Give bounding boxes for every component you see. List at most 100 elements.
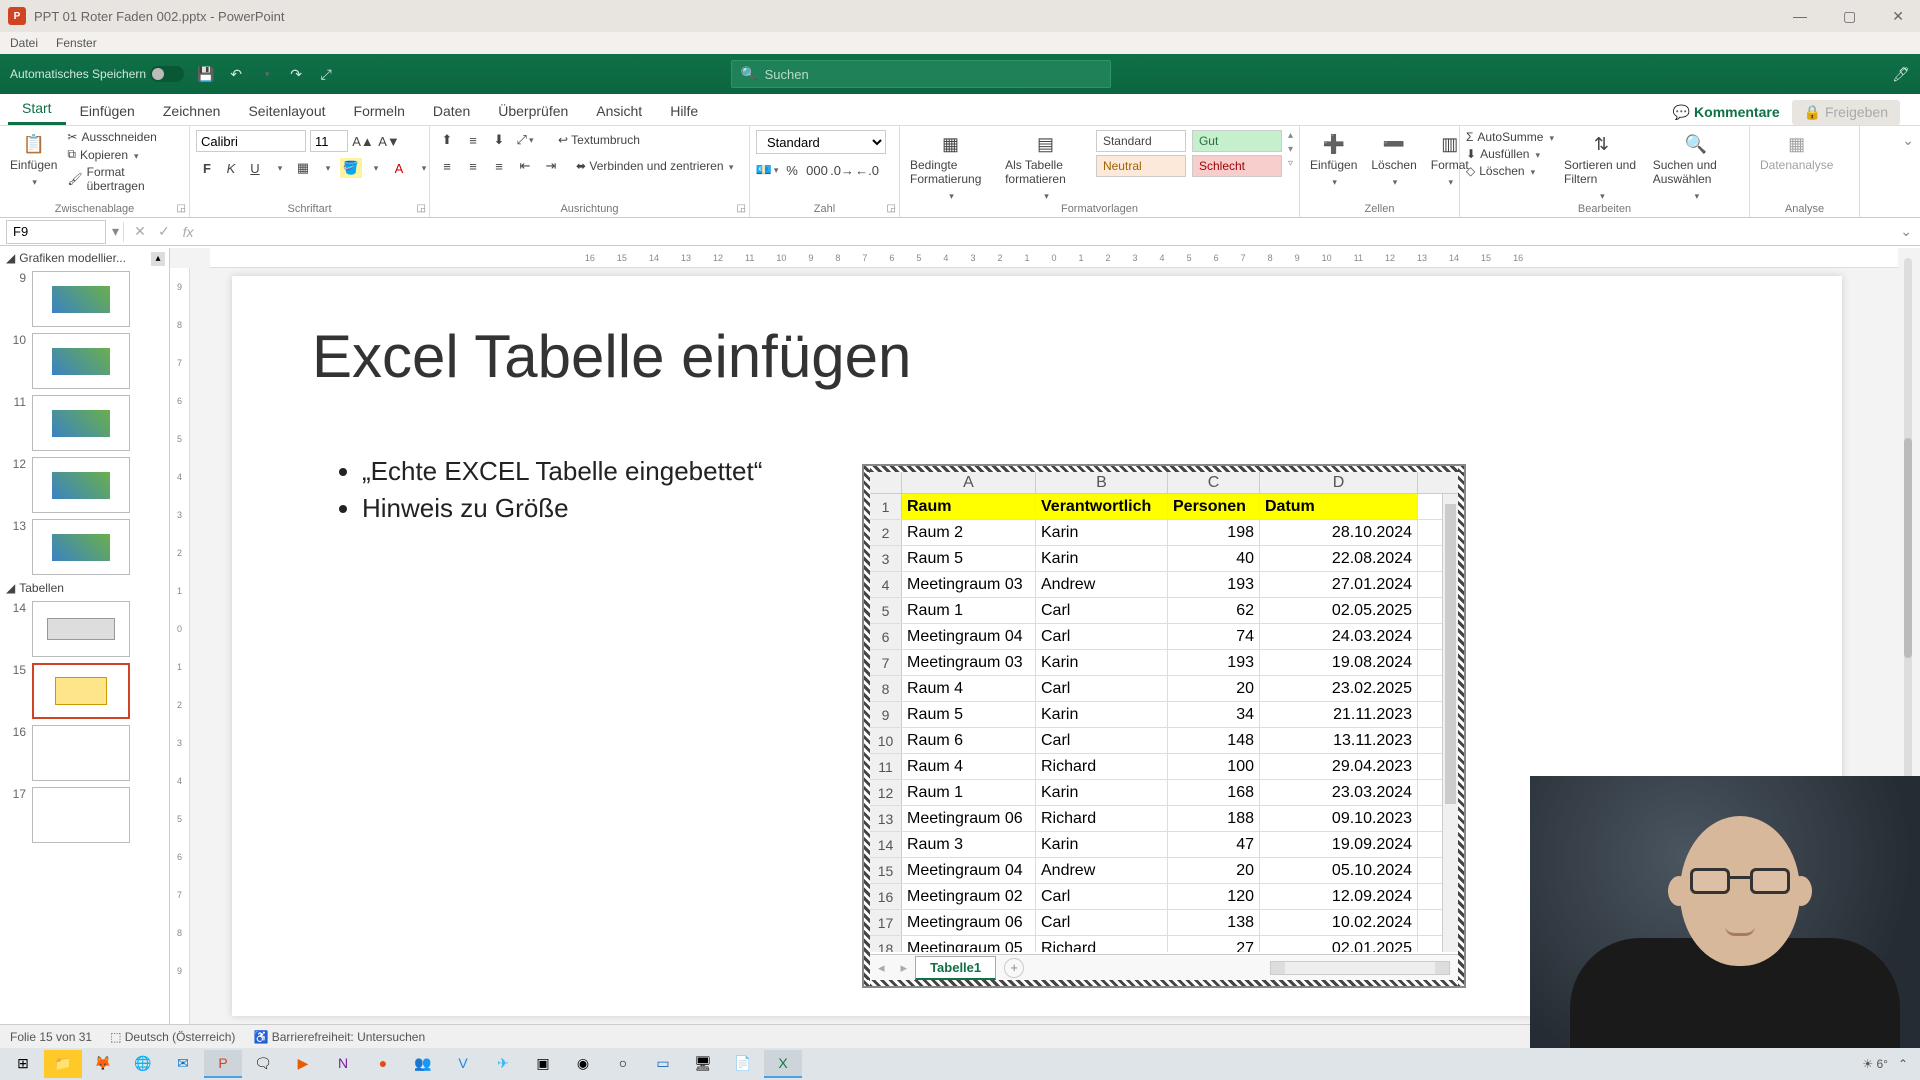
- fx-icon[interactable]: fx: [176, 224, 200, 240]
- slide-thumbnail[interactable]: 15: [0, 660, 169, 722]
- style-neutral[interactable]: Neutral: [1096, 155, 1186, 177]
- expand-formula-bar-icon[interactable]: ⌄: [1892, 223, 1920, 240]
- format-painter-button[interactable]: 🖌 Format übertragen: [67, 165, 183, 193]
- thumb-scroll-up[interactable]: ▴: [151, 252, 165, 266]
- font-name-select[interactable]: [196, 130, 306, 152]
- table-row[interactable]: 3Raum 5Karin4022.08.2024: [870, 546, 1458, 572]
- style-more[interactable]: ▿: [1288, 158, 1293, 169]
- close-button[interactable]: ✕: [1884, 8, 1912, 25]
- file-explorer-icon[interactable]: 📁: [44, 1050, 82, 1078]
- tab-daten[interactable]: Daten: [419, 97, 484, 125]
- slide-thumbnail[interactable]: 12: [0, 454, 169, 516]
- delete-cells-button[interactable]: ➖Löschen: [1367, 130, 1420, 190]
- slide-content[interactable]: „Echte EXCEL Tabelle eingebettet“ Hinwei…: [332, 456, 762, 530]
- app-icon[interactable]: ▣: [524, 1050, 562, 1078]
- align-bottom-icon[interactable]: ⬇: [488, 130, 510, 150]
- thousand-button[interactable]: 000: [806, 160, 828, 180]
- table-row[interactable]: 18Meetingraum 05Richard2702.01.2025: [870, 936, 1458, 952]
- save-icon[interactable]: 💾: [198, 66, 214, 82]
- cancel-formula-icon[interactable]: ✕: [128, 223, 152, 240]
- teams-icon[interactable]: 👥: [404, 1050, 442, 1078]
- table-row[interactable]: 11Raum 4Richard10029.04.2023: [870, 754, 1458, 780]
- insert-cells-button[interactable]: ➕Einfügen: [1306, 130, 1361, 190]
- col-header-b[interactable]: B: [1036, 472, 1168, 493]
- table-row[interactable]: 16Meetingraum 02Carl12012.09.2024: [870, 884, 1458, 910]
- tab-start[interactable]: Start: [8, 94, 66, 125]
- format-as-table-button[interactable]: ▤Als Tabelle formatieren: [1001, 130, 1090, 204]
- slide-thumbnail[interactable]: 13: [0, 516, 169, 578]
- indent-dec-icon[interactable]: ⇤: [514, 156, 536, 176]
- table-row[interactable]: 8Raum 4Carl2023.02.2025: [870, 676, 1458, 702]
- table-row[interactable]: 5Raum 1Carl6202.05.2025: [870, 598, 1458, 624]
- app-icon[interactable]: ○: [604, 1050, 642, 1078]
- cut-button[interactable]: ✂ Ausschneiden: [67, 130, 183, 144]
- zoom-icon[interactable]: ▭: [644, 1050, 682, 1078]
- col-header-d[interactable]: D: [1260, 472, 1418, 493]
- vlc-icon[interactable]: ▶: [284, 1050, 322, 1078]
- vscode-icon[interactable]: V: [444, 1050, 482, 1078]
- font-size-select[interactable]: [310, 130, 348, 152]
- clear-button[interactable]: ◇ Löschen: [1466, 164, 1554, 178]
- col-header-c[interactable]: C: [1168, 472, 1260, 493]
- align-top-icon[interactable]: ⬆: [436, 130, 458, 150]
- toggle-icon[interactable]: [150, 66, 184, 82]
- launcher-icon[interactable]: ◲: [887, 203, 896, 214]
- col-header-a[interactable]: A: [902, 472, 1036, 493]
- table-row[interactable]: 14Raum 3Karin4719.09.2024: [870, 832, 1458, 858]
- kommentare-button[interactable]: 💬 Kommentare: [1673, 104, 1780, 121]
- currency-button[interactable]: 💶: [756, 160, 778, 180]
- redo-icon[interactable]: ↷: [288, 66, 304, 82]
- share-icon[interactable]: 🖊: [1892, 66, 1910, 83]
- paste-button[interactable]: 📋 Einfügen: [6, 130, 61, 190]
- inc-decimal-icon[interactable]: .0→: [831, 160, 853, 180]
- search-input[interactable]: 🔍 Suchen: [731, 60, 1111, 88]
- bold-button[interactable]: F: [196, 158, 218, 178]
- fill-dropdown[interactable]: [364, 158, 386, 178]
- table-row[interactable]: 2Raum 2Karin19828.10.2024: [870, 520, 1458, 546]
- select-all-corner[interactable]: [870, 472, 902, 493]
- slide-counter[interactable]: Folie 15 von 31: [10, 1030, 92, 1044]
- dec-decimal-icon[interactable]: ←.0: [856, 160, 878, 180]
- weather-widget[interactable]: ☀ 6°: [1862, 1057, 1888, 1071]
- add-sheet-button[interactable]: +: [1004, 958, 1024, 978]
- app-icon[interactable]: 📄: [724, 1050, 762, 1078]
- percent-button[interactable]: %: [781, 160, 803, 180]
- accept-formula-icon[interactable]: ✓: [152, 223, 176, 240]
- autosave-toggle[interactable]: Automatisches Speichern: [10, 66, 184, 82]
- decrease-font-icon[interactable]: A▼: [378, 131, 400, 151]
- undo-icon[interactable]: ↶: [228, 66, 244, 82]
- copy-button[interactable]: ⧉ Kopieren: [67, 147, 183, 162]
- align-center-icon[interactable]: ≡: [462, 156, 484, 176]
- table-row[interactable]: 9Raum 5Karin3421.11.2023: [870, 702, 1458, 728]
- menu-fenster[interactable]: Fenster: [56, 36, 97, 50]
- indent-inc-icon[interactable]: ⇥: [540, 156, 562, 176]
- start-button[interactable]: ⊞: [4, 1050, 42, 1078]
- number-format-select[interactable]: Standard: [756, 130, 886, 154]
- chrome-icon[interactable]: 🌐: [124, 1050, 162, 1078]
- obs-icon[interactable]: ◉: [564, 1050, 602, 1078]
- name-box[interactable]: F9: [6, 220, 106, 244]
- tray-chevron[interactable]: ⌃: [1898, 1057, 1908, 1071]
- fill-button[interactable]: ⬇ Ausfüllen: [1466, 147, 1554, 161]
- table-row[interactable]: 17Meetingraum 06Carl13810.02.2024: [870, 910, 1458, 936]
- app-icon[interactable]: 🖥: [684, 1050, 722, 1078]
- maximize-button[interactable]: ▢: [1835, 8, 1864, 25]
- underline-button[interactable]: U: [244, 158, 266, 178]
- table-row[interactable]: 10Raum 6Carl14813.11.2023: [870, 728, 1458, 754]
- launcher-icon[interactable]: ◲: [417, 203, 426, 214]
- slide-title[interactable]: Excel Tabelle einfügen: [312, 322, 911, 391]
- excel-horizontal-scrollbar[interactable]: [1270, 961, 1450, 975]
- wrap-text-button[interactable]: ↩ Textumbruch: [558, 133, 640, 147]
- slide-thumbnail[interactable]: 17: [0, 784, 169, 846]
- tab-hilfe[interactable]: Hilfe: [656, 97, 712, 125]
- slide-thumbnail[interactable]: 14: [0, 598, 169, 660]
- tab-ansicht[interactable]: Ansicht: [582, 97, 656, 125]
- fill-color-button[interactable]: 🪣: [340, 158, 362, 178]
- powerpoint-taskbar-icon[interactable]: P: [204, 1050, 242, 1078]
- table-row[interactable]: 6Meetingraum 04Carl7424.03.2024: [870, 624, 1458, 650]
- section-grafiken[interactable]: ◢ Grafiken modellier...: [0, 248, 169, 268]
- formula-input[interactable]: [200, 220, 1892, 244]
- touch-mode-icon[interactable]: ⤢: [318, 66, 334, 82]
- style-scroll-up[interactable]: ▴: [1288, 130, 1293, 141]
- tab-formeln[interactable]: Formeln: [340, 97, 419, 125]
